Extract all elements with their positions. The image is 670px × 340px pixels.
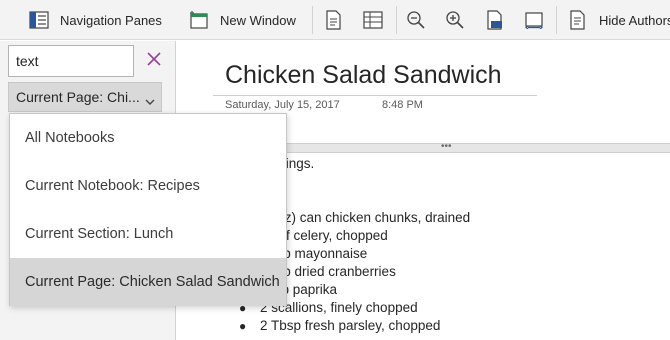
new-window-label: New Window [220,12,296,28]
navigation-panes-label: Navigation Panes [60,12,162,28]
zoom-100-icon [484,9,506,31]
search-scope-value: Current Page: Chi... [16,89,140,105]
view-ribbon-toolbar: Navigation Panes New Window Hide Authors [0,0,670,40]
new-window-icon [188,9,210,31]
page-time: 8:48 PM [382,99,423,111]
page-title[interactable]: Chicken Salad Sandwich [225,61,502,90]
page-view-button[interactable] [322,0,344,40]
clear-search-button[interactable] [144,51,164,71]
toolbar-divider [556,6,557,34]
scope-option-current-section[interactable]: Current Section: Lunch [10,210,286,258]
search-scope-select[interactable]: Current Page: Chi... [8,82,162,112]
page-date: Saturday, July 15, 2017 [225,99,340,111]
scope-option-current-page[interactable]: Current Page: Chicken Salad Sandwich [10,258,286,306]
scope-option-current-notebook[interactable]: Current Notebook: Recipes [10,162,286,210]
chevron-down-icon [145,93,155,109]
navigation-panes-button[interactable]: Navigation Panes [28,0,162,40]
page-width-button[interactable] [523,0,545,40]
table-view-icon [362,9,384,31]
page-view-icon [322,9,344,31]
zoom-out-icon [405,9,427,31]
ingredient-line[interactable]: 0 oz) can chicken chunks, drained [266,210,470,225]
hide-authors-button[interactable]: Hide Authors [567,0,670,40]
close-icon [147,51,161,71]
table-view-button[interactable] [362,0,384,40]
title-divider [213,95,537,96]
zoom-in-button[interactable] [444,0,466,40]
zoom-100-button[interactable] [484,0,506,40]
new-window-button[interactable]: New Window [188,0,296,40]
bullet-icon: ● [239,319,247,333]
zoom-out-button[interactable] [405,0,427,40]
ingredient-line[interactable]: 2 Tbsp fresh parsley, chopped [260,318,440,333]
search-input[interactable] [8,45,134,77]
navigation-panes-icon [28,9,50,31]
search-scope-menu: All Notebooks Current Notebook: Recipes … [9,113,287,306]
page-width-icon [523,9,545,31]
hide-authors-icon [567,9,589,31]
toolbar-divider [312,6,313,34]
zoom-in-icon [444,9,466,31]
ingredient-line[interactable]: cup dried cranberries [269,264,396,279]
ingredient-text: 0 oz) can chicken chunks, drained [266,210,471,225]
splitter-grip-icon: ••• [441,141,452,152]
scope-option-all-notebooks[interactable]: All Notebooks [10,114,286,162]
hide-authors-label: Hide Authors [599,12,670,28]
toolbar-divider [396,6,397,34]
